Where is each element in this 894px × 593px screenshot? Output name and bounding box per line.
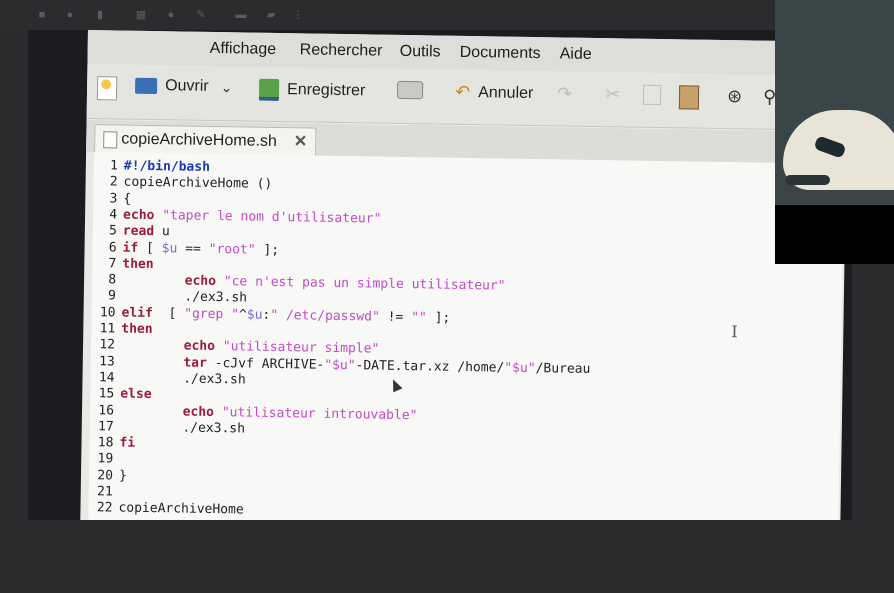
line-number: 3 bbox=[109, 190, 118, 207]
line-number: 14 bbox=[98, 370, 115, 386]
cut-icon: ✂ bbox=[604, 84, 621, 105]
line-number: 21 bbox=[96, 484, 113, 500]
binoculars-icon: ⊛ bbox=[726, 86, 743, 107]
menu-rechercher[interactable]: Rechercher bbox=[300, 41, 383, 60]
line-text: if [ $u == "root" ]; bbox=[122, 240, 280, 258]
gedit-window: Affichage Rechercher Outils Documents Ai… bbox=[80, 30, 848, 520]
print-button[interactable] bbox=[396, 80, 431, 100]
webcam-black-band bbox=[775, 205, 894, 264]
menu-affichage[interactable]: Affichage bbox=[210, 40, 277, 59]
viewer-trash-icon[interactable]: ▮ bbox=[94, 9, 106, 21]
line-number: 5 bbox=[108, 223, 117, 239]
line-text: copieArchiveHome bbox=[118, 500, 244, 518]
line-text: else bbox=[120, 386, 152, 403]
viewer-more-icon[interactable]: ⋮ bbox=[292, 9, 304, 21]
line-number: 10 bbox=[99, 304, 116, 321]
copy-icon bbox=[642, 84, 662, 106]
redo-icon: ↷ bbox=[556, 83, 573, 104]
line-number: 15 bbox=[98, 386, 115, 402]
viewer-edit-icon[interactable]: ✎ bbox=[195, 9, 207, 21]
viewer-square-icon[interactable]: ■ bbox=[36, 9, 48, 21]
viewer-info-icon[interactable]: ● bbox=[64, 9, 76, 21]
webcam-shadow bbox=[785, 175, 830, 185]
line-number: 2 bbox=[109, 174, 118, 190]
paste-icon bbox=[678, 85, 700, 110]
line-number: 18 bbox=[97, 435, 114, 451]
line-text: copieArchiveHome () bbox=[123, 174, 273, 193]
paste-button[interactable] bbox=[678, 85, 707, 110]
search-button[interactable]: ⊛ bbox=[727, 86, 750, 107]
line-number: 11 bbox=[99, 321, 116, 337]
open-button[interactable]: Ouvrir ⌄ bbox=[135, 77, 233, 97]
line-number: 4 bbox=[109, 207, 118, 223]
line-text: { bbox=[123, 191, 132, 207]
line-number: 8 bbox=[108, 272, 117, 288]
line-number: 7 bbox=[108, 256, 117, 272]
line-text: then bbox=[121, 321, 153, 338]
photo-of-screen: Affichage Rechercher Outils Documents Ai… bbox=[28, 30, 852, 520]
line-number: 19 bbox=[97, 451, 114, 467]
line-number: 16 bbox=[98, 402, 115, 418]
viewer-tag-icon[interactable]: ▰ bbox=[265, 9, 277, 21]
menu-documents[interactable]: Documents bbox=[460, 44, 541, 63]
folder-open-icon bbox=[135, 77, 158, 95]
line-number: 17 bbox=[97, 419, 114, 435]
new-document-icon bbox=[96, 76, 118, 101]
chevron-down-icon[interactable]: ⌄ bbox=[221, 79, 233, 96]
line-number: 22 bbox=[96, 500, 113, 516]
cut-button[interactable]: ✂ bbox=[605, 84, 628, 105]
save-label: Enregistrer bbox=[286, 81, 366, 100]
line-text: fi bbox=[119, 435, 136, 451]
line-number: 6 bbox=[108, 239, 117, 255]
line-text: read u bbox=[122, 223, 170, 240]
open-label: Ouvrir bbox=[165, 77, 209, 95]
menu-aide[interactable]: Aide bbox=[560, 45, 592, 64]
tab-label: copieArchiveHome.sh bbox=[121, 130, 278, 150]
line-text: then bbox=[122, 256, 154, 272]
viewer-toolbar: ■ ● ▮ ▦ ● ✎ ▬ ▰ ⋮ bbox=[0, 0, 894, 32]
line-number: 9 bbox=[107, 288, 116, 304]
line-text: ./ex3.sh bbox=[120, 370, 246, 388]
line-text: ./ex3.sh bbox=[121, 288, 248, 306]
line-number: 1 bbox=[109, 158, 118, 174]
line-text: #!/bin/bash bbox=[123, 158, 211, 175]
line-number: 13 bbox=[99, 353, 115, 370]
viewer-folder-icon[interactable]: ▬ bbox=[235, 9, 247, 21]
code-editor[interactable]: 1 #!/bin/bash 2 copieArchiveHome () 3{4 echo … bbox=[88, 152, 844, 520]
viewer-circle-icon[interactable]: ● bbox=[165, 9, 177, 21]
save-button[interactable]: Enregistrer bbox=[258, 78, 366, 103]
webcam-overlay bbox=[775, 0, 894, 264]
text-cursor-icon: I bbox=[731, 322, 738, 342]
document-icon bbox=[103, 131, 118, 149]
line-number: 20 bbox=[97, 467, 114, 484]
line-text: } bbox=[118, 468, 127, 484]
new-document-button[interactable] bbox=[96, 76, 125, 101]
line-number: 12 bbox=[99, 337, 116, 353]
save-icon bbox=[258, 78, 280, 102]
undo-button[interactable]: ↶ Annuler bbox=[455, 82, 534, 104]
redo-button[interactable]: ↷ bbox=[557, 83, 580, 104]
undo-icon: ↶ bbox=[454, 81, 471, 103]
print-icon bbox=[396, 80, 424, 100]
undo-label: Annuler bbox=[478, 83, 534, 102]
close-icon[interactable]: ✕ bbox=[294, 131, 308, 151]
viewer-print-icon[interactable]: ▦ bbox=[135, 9, 147, 21]
menu-outils[interactable]: Outils bbox=[400, 43, 441, 62]
line-text: ./ex3.sh bbox=[119, 419, 246, 437]
copy-button[interactable] bbox=[642, 84, 669, 106]
